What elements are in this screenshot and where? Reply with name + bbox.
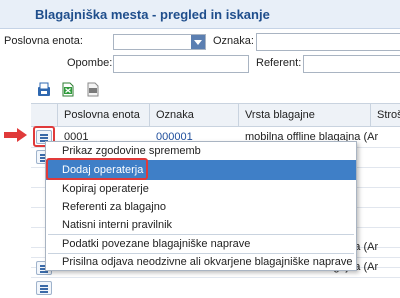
arrow-right-icon [4, 128, 27, 142]
header-action-col [31, 104, 58, 126]
menu-item-referenti[interactable]: Referenti za blagajno [62, 198, 166, 216]
csv-export-icon[interactable] [86, 82, 100, 97]
oznaka-input[interactable] [256, 33, 400, 51]
opombe-label: Opombe: [67, 57, 113, 69]
poslovna-enota-select[interactable] [113, 34, 206, 50]
menu-item-kopiraj-operaterje[interactable]: Kopiraj operaterje [62, 180, 149, 198]
new-record-icon[interactable] [37, 82, 51, 97]
header-poslovna-enota[interactable]: Poslovna enota [58, 104, 150, 126]
menu-item-annotation [46, 158, 148, 180]
referent-input[interactable] [303, 55, 400, 73]
header-oznaka[interactable]: Oznaka [150, 104, 239, 126]
grid-header: Poslovna enota Oznaka Vrsta blagajne Str… [31, 104, 400, 127]
chevron-down-icon[interactable] [191, 35, 205, 49]
menu-item-prisilna-odjava[interactable]: Prisilna odjava neodzivne ali okvarjene … [62, 253, 352, 271]
excel-export-icon[interactable] [61, 82, 75, 97]
row-menu-button[interactable] [36, 281, 52, 295]
menu-item-podatki-naprave[interactable]: Podatki povezane blagajniške naprave [62, 235, 250, 253]
toolbar [0, 80, 400, 100]
poslovna-enota-label: Poslovna enota: [4, 35, 83, 47]
page-header: Blagajniška mesta - pregled in iskanje [0, 0, 400, 29]
header-strosek[interactable]: Strošk [371, 104, 400, 126]
opombe-input[interactable] [113, 55, 249, 73]
referent-label: Referent: [256, 57, 302, 69]
header-vrsta-blagajne[interactable]: Vrsta blagajne [239, 104, 371, 126]
oznaka-label: Oznaka: [213, 35, 254, 47]
page-title: Blagajniška mesta - pregled in iskanje [35, 7, 270, 22]
menu-item-natisni-pravilnik[interactable]: Natisni interni pravilnik [62, 216, 172, 234]
